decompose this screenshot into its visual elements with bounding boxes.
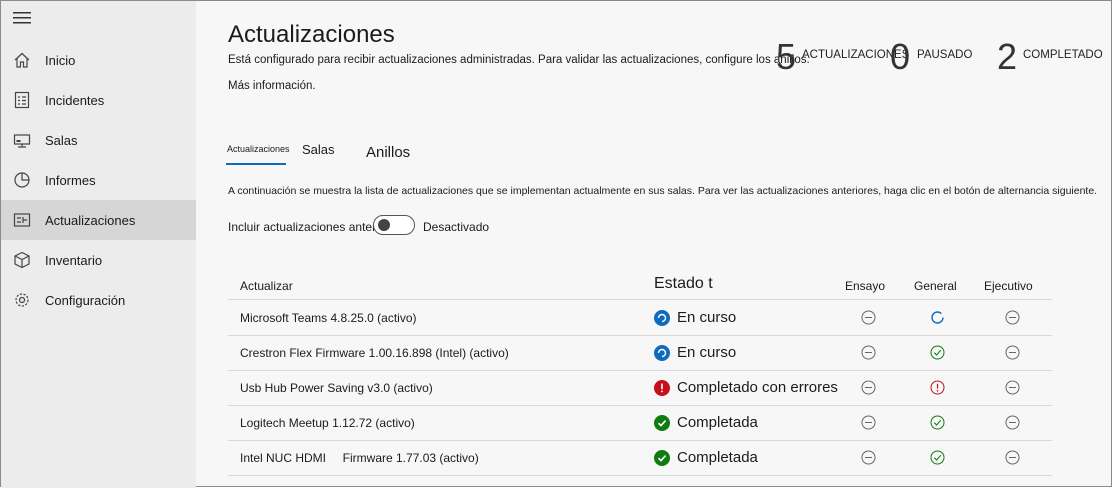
sidebar-item-label: Incidentes — [45, 92, 105, 108]
check-icon[interactable] — [930, 415, 945, 430]
info-text: A continuación se muestra la lista de ac… — [228, 185, 1098, 197]
table-header-divider — [228, 299, 1052, 300]
sidebar-item-label: Informes — [45, 172, 96, 188]
not-started-icon[interactable] — [1005, 415, 1020, 430]
main-content: Actualizaciones Está configurado para re… — [196, 1, 1111, 486]
status-label: En curso — [677, 344, 737, 361]
row-divider — [228, 405, 1052, 406]
not-started-icon[interactable] — [861, 450, 876, 465]
toggle-state: Desactivado — [423, 220, 490, 234]
row-divider — [228, 335, 1052, 336]
update-name: Intel NUC HDMI Firmware 1.77.03 (activo) — [240, 451, 479, 465]
update-name: Usb Hub Power Saving v3.0 (activo) — [240, 381, 433, 395]
column-header-ejecutivo: Ejecutivo — [984, 279, 1033, 293]
stat-updates-value: 5 — [776, 36, 797, 77]
not-started-icon[interactable] — [1005, 380, 1020, 395]
status-label: Completada — [677, 414, 758, 431]
column-header-status[interactable]: Estado t — [654, 275, 713, 293]
stat-completed-value: 2 — [997, 36, 1018, 77]
update-status: Completada — [654, 449, 758, 466]
check-icon[interactable] — [930, 450, 945, 465]
update-name: Logitech Meetup 1.12.72 (activo) — [240, 416, 415, 430]
column-header-general: General — [914, 279, 957, 293]
sidebar-item-configuracion[interactable]: Configuración — [1, 280, 196, 320]
toggle-knob — [378, 219, 390, 231]
sidebar-item-label: Actualizaciones — [45, 212, 136, 228]
not-started-icon[interactable] — [861, 345, 876, 360]
column-header-update: Actualizar — [240, 279, 293, 293]
error-circle-icon — [654, 379, 670, 396]
check-icon[interactable] — [930, 345, 945, 360]
in-progress-icon[interactable] — [930, 310, 945, 325]
update-status: Completado con errores — [654, 379, 838, 396]
row-divider — [228, 440, 1052, 441]
sidebar-item-salas[interactable]: Salas — [1, 120, 196, 160]
row-divider — [228, 370, 1052, 371]
check-circle-icon — [654, 414, 670, 431]
column-header-ensayo: Ensayo — [845, 279, 886, 293]
sidebar-item-label: Inventario — [45, 252, 103, 268]
page-title: Actualizaciones — [228, 21, 395, 48]
sidebar-item-inicio[interactable]: Inicio — [1, 40, 196, 80]
not-started-icon[interactable] — [861, 380, 876, 395]
update-status: En curso — [654, 344, 736, 361]
sidebar-item-incidentes[interactable]: Incidentes — [1, 80, 196, 120]
not-started-icon[interactable] — [1005, 310, 1020, 325]
pie-chart-icon — [14, 172, 30, 188]
in-progress-icon — [654, 344, 670, 361]
sidebar-item-label: Inicio — [45, 52, 76, 68]
updates-icon — [13, 213, 31, 227]
active-tab-indicator — [226, 163, 286, 165]
not-started-icon[interactable] — [861, 310, 876, 325]
update-name: Microsoft Teams 4.8.25.0 (activo) — [240, 311, 417, 325]
stat-completed-label: COMPLETADO — [1023, 49, 1103, 61]
tab-actualizaciones[interactable]: Actualizaciones — [227, 144, 290, 154]
sidebar: Inicio Incidentes Salas Informes Actuali… — [1, 1, 196, 488]
stat-paused-value: 0 — [890, 36, 911, 77]
room-icon — [13, 134, 31, 148]
not-started-icon[interactable] — [1005, 345, 1020, 360]
checklist-icon — [14, 91, 30, 109]
stat-paused-label: PAUSADO — [917, 49, 973, 61]
status-label: Completada — [677, 449, 758, 466]
status-label: Completado con errores — [677, 379, 838, 396]
error-icon[interactable] — [930, 380, 945, 395]
update-status: Completada — [654, 414, 758, 431]
include-previous-toggle[interactable] — [373, 215, 415, 235]
sidebar-item-label: Configuración — [45, 292, 126, 308]
sidebar-item-label: Salas — [45, 132, 78, 148]
check-circle-icon — [654, 449, 670, 466]
page-description: Está configurado para recibir actualizac… — [228, 54, 810, 66]
row-divider — [228, 475, 1052, 476]
in-progress-icon — [654, 309, 670, 326]
status-label: En curso — [677, 309, 737, 326]
gear-icon — [15, 293, 29, 307]
hamburger-menu-icon[interactable] — [13, 11, 31, 25]
box-icon — [14, 251, 30, 269]
not-started-icon[interactable] — [861, 415, 876, 430]
update-status: En curso — [654, 309, 736, 326]
update-name: Crestron Flex Firmware 1.00.16.898 (Inte… — [240, 346, 509, 360]
sidebar-item-inventario[interactable]: Inventario — [1, 240, 196, 280]
not-started-icon[interactable] — [1005, 450, 1020, 465]
more-info-link[interactable]: Más información. — [228, 80, 316, 92]
sidebar-item-informes[interactable]: Informes — [1, 160, 196, 200]
tab-salas[interactable]: Salas — [302, 142, 335, 157]
home-icon — [14, 52, 30, 68]
tab-anillos[interactable]: Anillos — [366, 144, 410, 161]
sidebar-item-actualizaciones[interactable]: Actualizaciones — [1, 200, 196, 240]
